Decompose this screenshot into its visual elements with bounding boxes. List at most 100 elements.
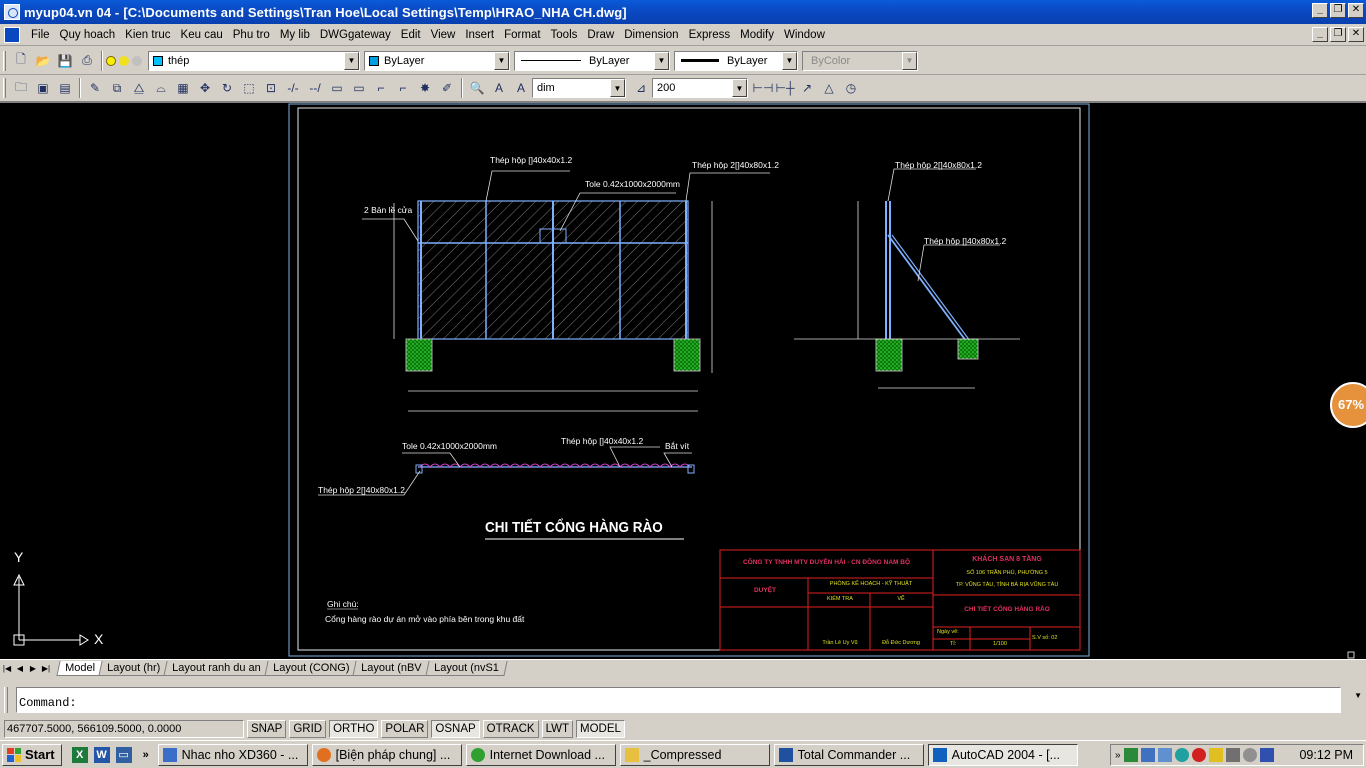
tab-layout-nvs1[interactable]: Layout (nvS1 [425, 660, 508, 676]
grid-toggle[interactable]: GRID [289, 720, 327, 738]
angular-dim-icon[interactable]: △ [818, 78, 840, 98]
dwg-icon[interactable]: ▤ [54, 78, 76, 98]
menu-phu-tro[interactable]: Phu tro [228, 25, 275, 45]
coordinate-readout[interactable]: 467707.5000, 566109.5000, 0.0000 [4, 720, 244, 738]
drawing-canvas[interactable]: Thép hộp []40x40x1.2 Tole 0.42x1000x2000… [0, 103, 1366, 659]
menu-edit[interactable]: Edit [396, 25, 426, 45]
more-chevron-icon[interactable]: » [138, 747, 154, 763]
array-icon[interactable]: ▦ [172, 78, 194, 98]
lwt-toggle[interactable]: LWT [541, 720, 574, 738]
tray-antivirus-icon[interactable] [1191, 748, 1206, 762]
linear-dim-icon[interactable]: ⊢⊣ [752, 78, 774, 98]
menu-modify[interactable]: Modify [735, 25, 779, 45]
text-style-icon[interactable]: A [488, 78, 510, 98]
menu-view[interactable]: View [426, 25, 461, 45]
tray-app-icon[interactable] [1157, 748, 1172, 762]
command-input[interactable]: Command: [16, 687, 1341, 713]
plot-icon[interactable]: ⎙ [76, 51, 98, 71]
close-button[interactable]: ✕ [1348, 3, 1364, 18]
menu-insert[interactable]: Insert [460, 25, 499, 45]
task-bien-phap[interactable]: [Biện pháp chung] ... [311, 743, 462, 766]
command-scroll-icon[interactable]: ▼ [1354, 691, 1362, 700]
doc-minimize-button[interactable]: _ [1312, 27, 1328, 42]
tray-settings-icon[interactable] [1242, 748, 1257, 762]
menu-file[interactable]: File [26, 25, 55, 45]
dwg-folder-icon[interactable]: 🗀 [10, 78, 32, 98]
menu-keu-cau[interactable]: Keu cau [176, 25, 228, 45]
menu-kien-truc[interactable]: Kien truc [120, 25, 175, 45]
model-toggle[interactable]: MODEL [576, 720, 625, 738]
doc-close-button[interactable]: ✕ [1348, 27, 1364, 42]
trim-icon[interactable]: -/- [282, 78, 304, 98]
menu-my-lib[interactable]: My lib [275, 25, 315, 45]
offset-icon[interactable]: ⌓ [150, 78, 172, 98]
doc-restore-button[interactable]: ❐ [1330, 27, 1346, 42]
break-point-icon[interactable]: ▭ [348, 78, 370, 98]
prev-tab-icon[interactable]: ◀ [14, 662, 26, 675]
explode-icon[interactable]: ✸ [414, 78, 436, 98]
copy-icon[interactable]: ⧉ [106, 78, 128, 98]
dimstyle-dropdown[interactable]: dim ▼ [532, 78, 626, 98]
new-icon[interactable]: 🗋 [10, 51, 32, 71]
chevron-down-icon[interactable]: ▼ [732, 79, 747, 97]
next-tab-icon[interactable]: ▶ [27, 662, 39, 675]
tray-e-icon[interactable] [1259, 748, 1274, 762]
layer-dropdown[interactable]: thép ▼ [148, 50, 360, 71]
text-find-icon[interactable]: 🔍 [466, 78, 488, 98]
layer-lock-icon[interactable] [132, 55, 142, 66]
desktop-icon[interactable]: ▭ [115, 746, 132, 763]
tab-layout-nbv[interactable]: Layout (nBV [352, 660, 431, 676]
tab-layout-ranh-du-an[interactable]: Layout ranh du an [163, 660, 270, 676]
stretch-icon[interactable]: ⊡ [260, 78, 282, 98]
task-nhac-nho[interactable]: Nhac nho XD360 - ... [157, 743, 308, 766]
title-bar[interactable]: myup04.vn 04 - [C:\Documents and Setting… [0, 0, 1366, 24]
break-icon[interactable]: ▭ [326, 78, 348, 98]
taskbar-clock[interactable]: 09:12 PM [1299, 748, 1353, 762]
first-tab-icon[interactable]: |◀ [1, 662, 13, 675]
task-total-commander[interactable]: Total Commander ... [773, 743, 924, 766]
layer-state-icons[interactable] [106, 55, 142, 66]
menu-express[interactable]: Express [684, 25, 736, 45]
erase-icon[interactable]: ✎ [84, 78, 106, 98]
word-icon[interactable]: W [93, 746, 110, 763]
start-button[interactable]: Start [2, 743, 62, 766]
tab-model[interactable]: Model [56, 660, 104, 676]
chevron-down-icon[interactable]: ▼ [344, 51, 359, 70]
tray-monitor-icon[interactable] [1140, 748, 1155, 762]
tab-layout-cong[interactable]: Layout (CONG) [264, 660, 358, 676]
menu-dwggateway[interactable]: DWGgateway [315, 25, 396, 45]
tray-globe-icon[interactable] [1174, 748, 1189, 762]
tray-star-icon[interactable] [1208, 748, 1223, 762]
toolbar-grip[interactable] [3, 50, 6, 71]
continue-dim-icon[interactable]: ⊢┼ [774, 78, 796, 98]
linetype-dropdown[interactable]: ByLayer ▼ [514, 50, 670, 71]
chevron-down-icon[interactable]: ▼ [610, 79, 625, 97]
dim-scale-icon[interactable]: ⊿ [630, 78, 652, 98]
ortho-toggle[interactable]: ORTHO [329, 720, 379, 738]
aligned-dim-icon[interactable]: ↗ [796, 78, 818, 98]
command-grip[interactable] [4, 687, 8, 713]
layer-on-icon[interactable] [106, 55, 116, 66]
layer-thaw-icon[interactable] [119, 55, 129, 66]
mirror-icon[interactable]: ⧋ [128, 78, 150, 98]
rotate-icon[interactable]: ↻ [216, 78, 238, 98]
tab-layout-hr[interactable]: Layout (hr) [98, 660, 169, 676]
minimize-button[interactable]: _ [1312, 3, 1328, 18]
color-dropdown[interactable]: ByLayer ▼ [364, 50, 510, 71]
save-icon[interactable]: 💾 [54, 51, 76, 71]
tray-volume-icon[interactable] [1225, 748, 1240, 762]
otrack-toggle[interactable]: OTRACK [482, 720, 539, 738]
restore-button[interactable]: ❐ [1330, 3, 1346, 18]
dwg-save-icon[interactable]: ▣ [32, 78, 54, 98]
menu-draw[interactable]: Draw [582, 25, 619, 45]
last-tab-icon[interactable]: ▶| [40, 662, 52, 675]
snap-toggle[interactable]: SNAP [247, 720, 287, 738]
task-autocad[interactable]: AutoCAD 2004 - [... [927, 743, 1078, 766]
scale-dropdown[interactable]: 200 ▼ [652, 78, 748, 98]
pencil-icon[interactable]: ✐ [436, 78, 458, 98]
lineweight-dropdown[interactable]: ByLayer ▼ [674, 50, 798, 71]
document-icon[interactable] [4, 26, 20, 43]
chevron-down-icon[interactable]: ▼ [654, 51, 669, 70]
osnap-toggle[interactable]: OSNAP [431, 720, 480, 738]
fillet-icon[interactable]: ⌐ [392, 78, 414, 98]
